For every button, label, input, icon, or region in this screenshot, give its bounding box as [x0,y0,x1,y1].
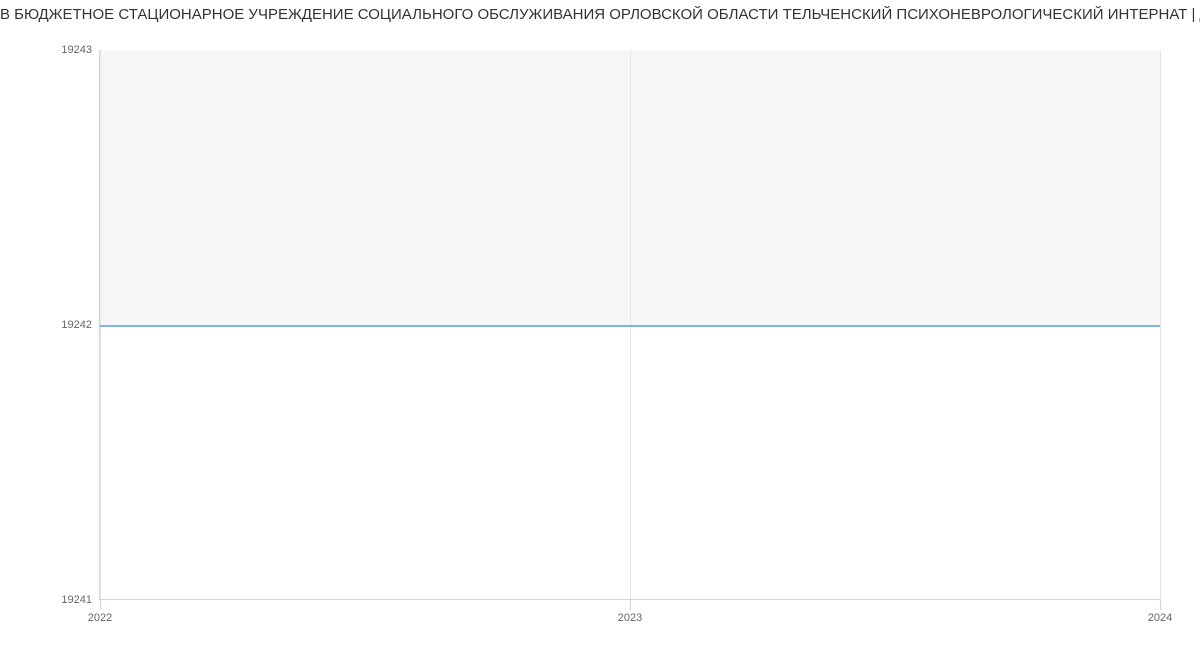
chart-container: В БЮДЖЕТНОЕ СТАЦИОНАРНОЕ УЧРЕЖДЕНИЕ СОЦИ… [0,0,1200,650]
plot-area [100,50,1160,600]
y-tick-label: 19243 [61,44,92,56]
y-tick-label: 19242 [61,319,92,331]
chart-title: В БЮДЖЕТНОЕ СТАЦИОНАРНОЕ УЧРЕЖДЕНИЕ СОЦИ… [0,6,1200,23]
series-line [100,325,1160,327]
x-tick-label: 2023 [618,612,642,624]
x-gridline [1160,50,1161,600]
x-tick-label: 2022 [88,612,112,624]
x-tick-label: 2024 [1148,612,1172,624]
y-tick-label: 19241 [61,594,92,606]
x-tick [630,600,631,610]
x-tick [1160,600,1161,610]
x-tick [100,600,101,610]
